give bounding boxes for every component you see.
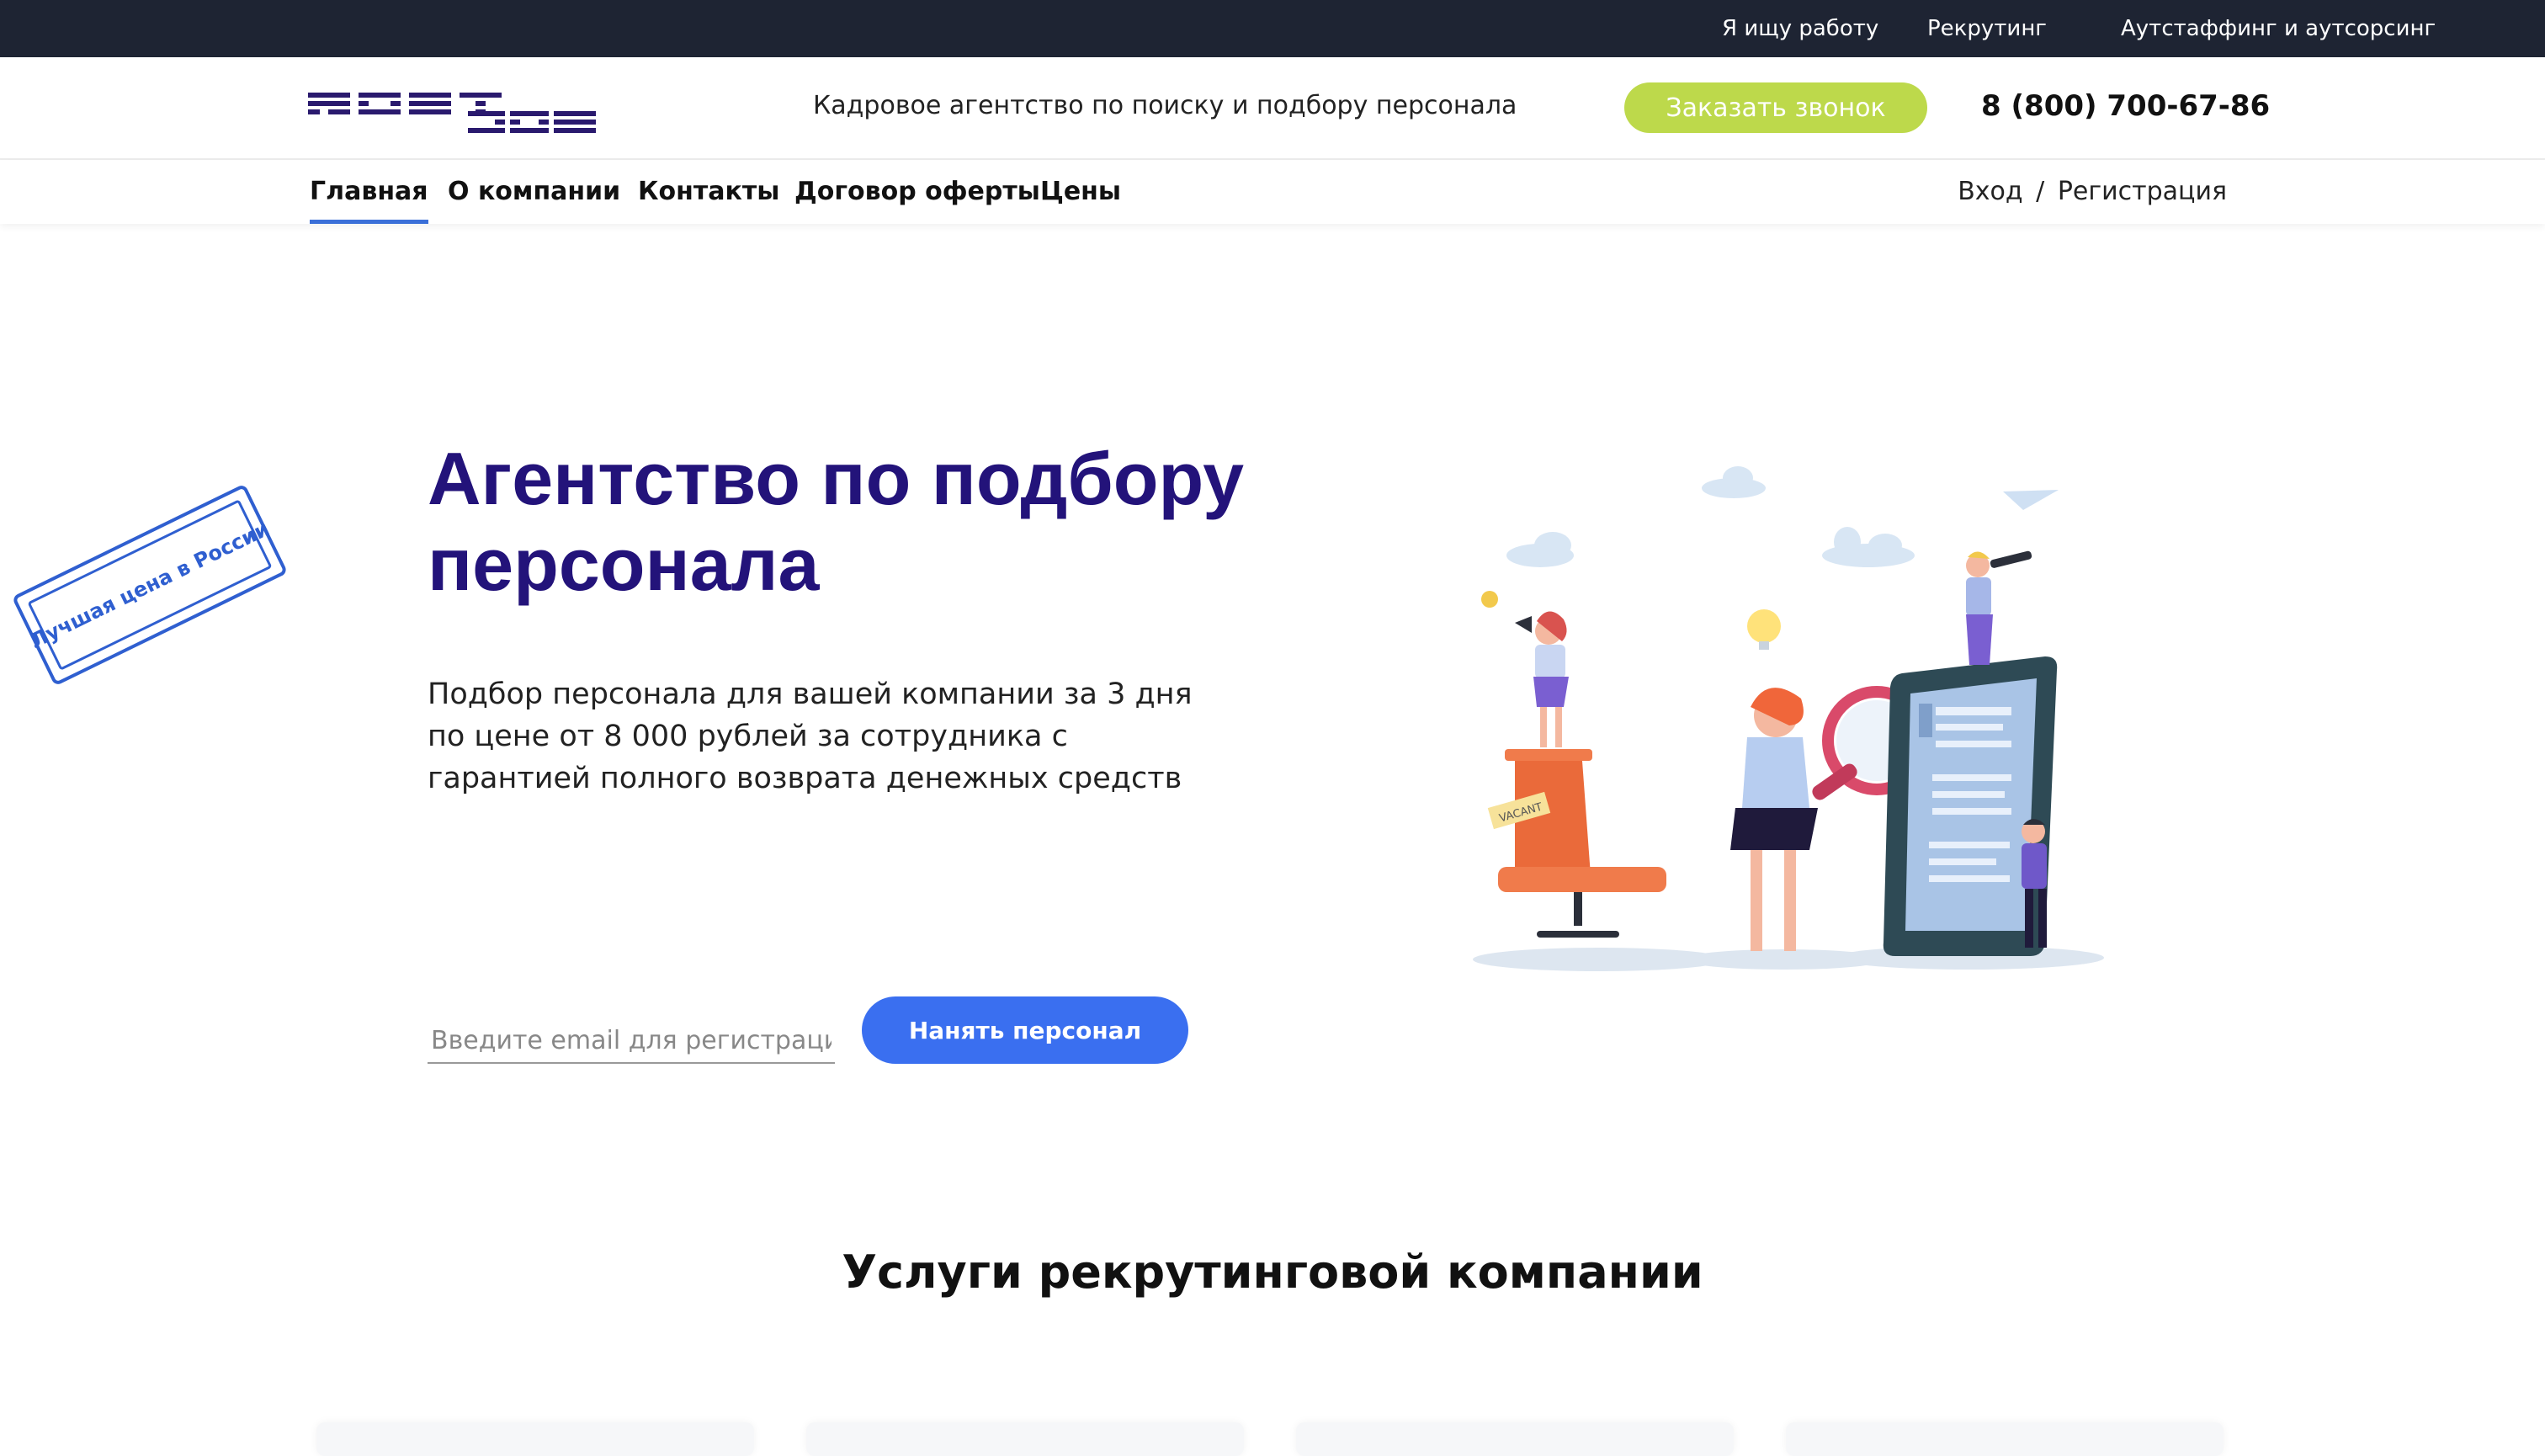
email-registration-input[interactable] bbox=[428, 1018, 835, 1064]
service-card[interactable] bbox=[1786, 1422, 2224, 1456]
nav-item-prices[interactable]: Цены bbox=[1040, 160, 1121, 224]
services-title: Услуги рекрутинговой компании bbox=[842, 1246, 1703, 1299]
service-card[interactable] bbox=[806, 1422, 1244, 1456]
topbar-link-recruiting[interactable]: Рекрутинг bbox=[1927, 0, 2047, 57]
main-nav: Главная О компании Контакты Договор офер… bbox=[0, 160, 2545, 224]
service-card[interactable] bbox=[316, 1422, 754, 1456]
recruiting-illustration: VACANT bbox=[1473, 466, 2104, 971]
phone-number[interactable]: 8 (800) 700-67-86 bbox=[1981, 89, 2270, 123]
service-card[interactable] bbox=[1296, 1422, 1734, 1456]
hire-staff-button[interactable]: Нанять персонал bbox=[862, 996, 1188, 1064]
hero-subtitle: Подбор персонала для вашей компании за 3… bbox=[428, 678, 1193, 795]
stamp-text: Лучшая цена в России bbox=[26, 499, 274, 671]
nav-item-about[interactable]: О компании bbox=[448, 160, 620, 224]
hero-title: Агентство по подбору персонала bbox=[428, 437, 1245, 606]
topbar-link-outstaffing[interactable]: Аутстаффинг и аутсорсинг bbox=[2121, 0, 2436, 57]
request-callback-button[interactable]: Заказать звонок bbox=[1624, 82, 1927, 133]
best-price-stamp: Лучшая цена в России bbox=[11, 483, 289, 687]
login-link[interactable]: Вход bbox=[1958, 177, 2022, 206]
auth-separator: / bbox=[2036, 177, 2045, 206]
top-bar: Я ищу работу Рекрутинг Аутстаффинг и аут… bbox=[0, 0, 2545, 57]
header-tagline: Кадровое агентство по поиску и подбору п… bbox=[813, 91, 1517, 120]
rostjob-logo[interactable] bbox=[308, 91, 596, 133]
nav-item-contacts[interactable]: Контакты bbox=[638, 160, 779, 224]
nav-item-offer-agreement[interactable]: Договор оферты bbox=[794, 160, 1040, 224]
topbar-link-job-seeker[interactable]: Я ищу работу bbox=[1722, 0, 1878, 57]
register-link[interactable]: Регистрация bbox=[2058, 177, 2227, 206]
auth-links: Вход / Регистрация bbox=[1958, 160, 2227, 224]
nav-item-home[interactable]: Главная bbox=[310, 160, 428, 224]
site-header: Кадровое агентство по поиску и подбору п… bbox=[0, 57, 2545, 160]
